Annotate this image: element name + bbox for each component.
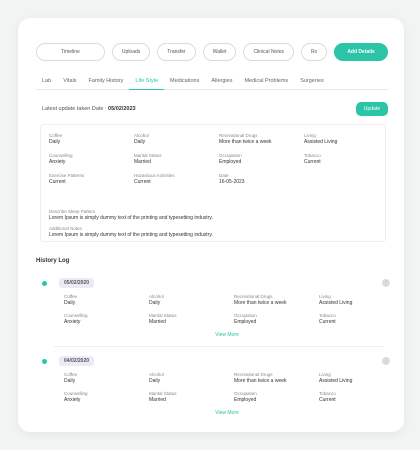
field-coffee: Coffee Daily: [64, 294, 78, 306]
history-entry: 05/02/2020 ⋮ Coffee Daily Alcohol Daily Re…: [42, 276, 390, 338]
field-living: Living Assisted Living: [319, 294, 353, 306]
field-tobacco: Tobacco Current: [304, 153, 321, 165]
field-occupation: Occupation Employed: [219, 153, 242, 165]
field-sleep-pattern: Describe Sleep Pattern Lorem Ipsum is si…: [49, 209, 213, 221]
latest-update-bar: Latest update taken Date : 05/02/2023 Up…: [36, 98, 388, 120]
filter-rx[interactable]: Rx: [301, 43, 328, 61]
history-log-title: History Log: [36, 258, 70, 264]
field-tobacco: Tobacco Current: [319, 391, 336, 403]
filter-wallet[interactable]: Wallet: [202, 43, 237, 61]
tab-allergies[interactable]: Allergies: [205, 74, 238, 90]
lifestyle-card: Timeline Uploads Transfer Wallet Clinica…: [18, 18, 404, 432]
field-counselling: Counselling Anxiety: [49, 153, 73, 165]
field-hazardous-activities: Hazardous Activities Current: [134, 173, 175, 185]
more-options-icon[interactable]: ⋮: [382, 357, 390, 365]
field-recreational-drugs: Recreational Drugs More than twice a week: [234, 294, 287, 306]
view-more-link[interactable]: View More: [64, 410, 390, 416]
field-counselling: Counselling Anxiety: [64, 313, 88, 325]
tab-medical-problems[interactable]: Medical Problems: [238, 74, 294, 90]
field-tobacco: Tobacco Current: [319, 313, 336, 325]
filter-uploads[interactable]: Uploads: [111, 43, 151, 61]
add-details-button[interactable]: Add Details: [334, 43, 388, 61]
field-date: Date 16-05-2023: [219, 173, 245, 185]
field-alcohol: Alcohol Daily: [149, 372, 164, 384]
filter-clinical-notes[interactable]: Clinical Notes: [243, 43, 295, 61]
latest-update-text: Latest update taken Date : 05/02/2023: [42, 106, 136, 112]
more-options-icon[interactable]: ⋮: [382, 279, 390, 287]
timeline-dot-icon: [42, 358, 47, 364]
field-living: Living Assisted Living: [304, 133, 338, 145]
tab-bar: Lab Vitals Family History Life Style Med…: [36, 74, 388, 90]
history-date-badge: 05/02/2020: [59, 278, 95, 288]
history-entry: 04/02/2020 ⋮ Coffee Daily Alcohol Daily Re…: [42, 354, 390, 416]
field-alcohol: Alcohol Daily: [149, 294, 164, 306]
timeline-dot-icon: [42, 280, 47, 286]
view-more-link[interactable]: View More: [64, 332, 390, 338]
field-coffee: Coffee Daily: [49, 133, 63, 145]
tab-vitals[interactable]: Vitals: [57, 74, 82, 90]
field-marital-status: Marital Status Married: [149, 391, 177, 403]
divider: [54, 346, 384, 347]
history-date-badge: 04/02/2020: [59, 356, 95, 366]
filter-transfer[interactable]: Transfer: [157, 43, 196, 61]
field-marital-status: Marital Status Married: [149, 313, 177, 325]
current-fields: Coffee Daily Alcohol Daily Recreational Dr…: [49, 133, 389, 186]
field-occupation: Occupation Employed: [234, 313, 257, 325]
field-marital-status: Marital Status Married: [134, 153, 162, 165]
field-additional-notes: Additional Notes Lorem Ipsum is simply d…: [49, 226, 213, 238]
tab-life-style[interactable]: Life Style: [129, 74, 165, 90]
tab-surgeries[interactable]: Surgeries: [294, 74, 330, 90]
field-recreational-drugs: Recreational Drugs More than twice a week: [234, 372, 287, 384]
filter-timeline[interactable]: Timeline: [36, 43, 105, 61]
field-occupation: Occupation Employed: [234, 391, 257, 403]
update-button[interactable]: Update: [355, 102, 388, 116]
current-lifestyle-panel: Coffee Daily Alcohol Daily Recreational Dr…: [40, 124, 386, 242]
field-exercise-patterns: Exercise Patterns Current: [49, 173, 85, 185]
field-living: Living Assisted Living: [319, 372, 353, 384]
filter-toolbar: Timeline Uploads Transfer Wallet Clinica…: [36, 42, 388, 62]
latest-update-label: Latest update taken Date :: [42, 106, 109, 112]
field-alcohol: Alcohol Daily: [134, 133, 149, 145]
field-counselling: Counselling Anxiety: [64, 391, 88, 403]
tab-family-history[interactable]: Family History: [83, 74, 130, 90]
latest-update-date: 05/02/2023: [108, 106, 136, 112]
field-recreational-drugs: Recreational Drugs More than twice a week: [219, 133, 272, 145]
tab-medications[interactable]: Medications: [164, 74, 205, 90]
field-coffee: Coffee Daily: [64, 372, 78, 384]
tab-lab[interactable]: Lab: [36, 74, 57, 90]
